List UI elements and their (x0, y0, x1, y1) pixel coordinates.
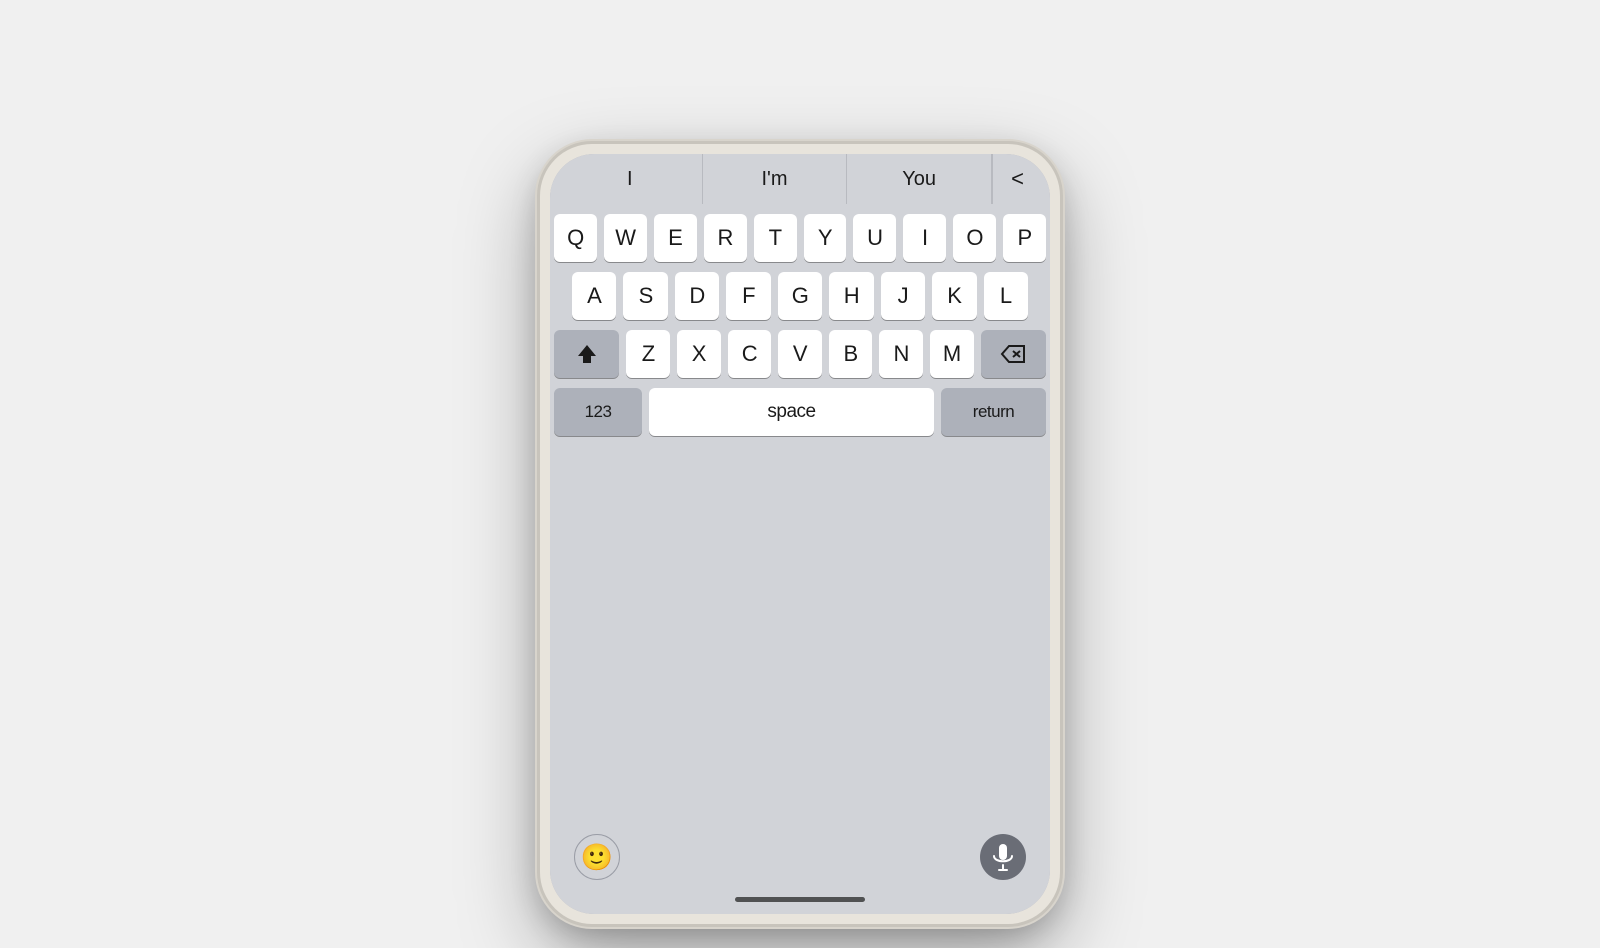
key-a[interactable]: A (572, 272, 616, 320)
key-c[interactable]: C (728, 330, 772, 378)
key-y[interactable]: Y (804, 214, 847, 262)
predictive-suggestion-im[interactable]: I'm (703, 154, 848, 204)
home-indicator (735, 897, 865, 902)
key-i[interactable]: I (903, 214, 946, 262)
microphone-icon (992, 843, 1014, 871)
key-j[interactable]: J (881, 272, 925, 320)
key-v[interactable]: V (778, 330, 822, 378)
phone-screen: I I'm You < Q W E R (550, 154, 1050, 914)
shift-icon (576, 343, 598, 365)
delete-key[interactable] (981, 330, 1046, 378)
key-r[interactable]: R (704, 214, 747, 262)
keyboard-area: Q W E R T Y U I O P A S D F G (550, 204, 1050, 824)
key-h[interactable]: H (829, 272, 873, 320)
keyboard-row-1: Q W E R T Y U I O P (554, 214, 1046, 262)
microphone-button[interactable] (980, 834, 1026, 880)
numbers-key[interactable]: 123 (554, 388, 642, 436)
predictive-back-button[interactable]: < (992, 154, 1042, 204)
keyboard-row-4: 123 space return (554, 388, 1046, 436)
predictive-suggestion-you[interactable]: You (847, 154, 992, 204)
key-g[interactable]: G (778, 272, 822, 320)
key-d[interactable]: D (675, 272, 719, 320)
key-f[interactable]: F (726, 272, 770, 320)
key-t[interactable]: T (754, 214, 797, 262)
key-x[interactable]: X (677, 330, 721, 378)
key-u[interactable]: U (853, 214, 896, 262)
phone-body: I I'm You < Q W E R (540, 144, 1060, 924)
key-l[interactable]: L (984, 272, 1028, 320)
predictive-suggestion-i[interactable]: I (558, 154, 703, 204)
key-s[interactable]: S (623, 272, 667, 320)
key-k[interactable]: K (932, 272, 976, 320)
key-b[interactable]: B (829, 330, 873, 378)
space-key[interactable]: space (649, 388, 934, 436)
delete-icon (1000, 344, 1026, 364)
key-m[interactable]: M (930, 330, 974, 378)
predictive-bar: I I'm You < (550, 154, 1050, 204)
keyboard-row-3: Z X C V B N M (554, 330, 1046, 378)
key-z[interactable]: Z (626, 330, 670, 378)
key-q[interactable]: Q (554, 214, 597, 262)
key-n[interactable]: N (879, 330, 923, 378)
key-w[interactable]: W (604, 214, 647, 262)
emoji-button[interactable]: 🙂 (574, 834, 620, 880)
key-o[interactable]: O (953, 214, 996, 262)
return-key[interactable]: return (941, 388, 1046, 436)
shift-key[interactable] (554, 330, 619, 378)
keyboard-row-2: A S D F G H J K L (554, 272, 1046, 320)
phone-wrapper: I I'm You < Q W E R (540, 24, 1060, 924)
emoji-icon: 🙂 (581, 842, 613, 873)
key-p[interactable]: P (1003, 214, 1046, 262)
key-e[interactable]: E (654, 214, 697, 262)
